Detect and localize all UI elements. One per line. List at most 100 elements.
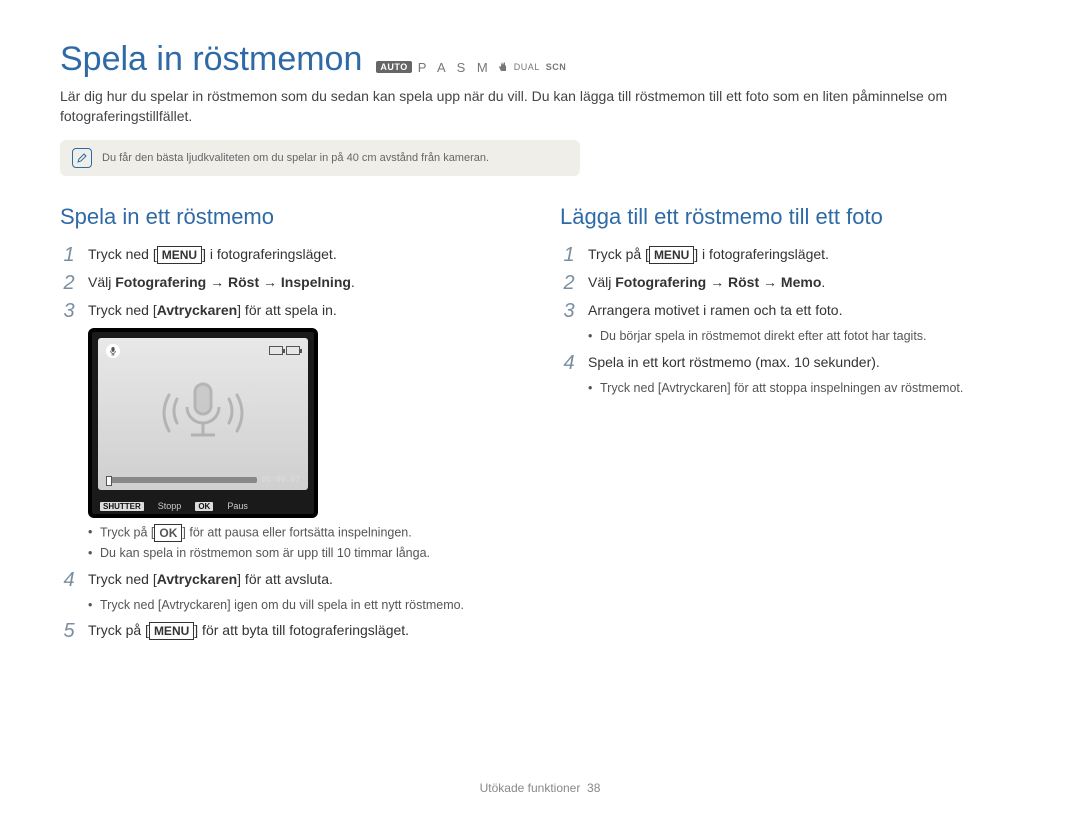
note-box: Du får den bästa ljudkvaliteten om du sp… [60,140,580,176]
text: Memo [781,274,821,290]
menu-button-label: MENU [149,622,194,640]
text: Tryck ned [ [88,571,157,587]
text: Fotografering [615,274,706,290]
bullet: Du börjar spela in röstmemot direkt efte… [588,328,1020,346]
step-body: Tryck på [MENU] för att byta till fotogr… [88,620,520,641]
step-number: 4 [560,352,578,374]
page-title: Spela in röstmemon [60,40,362,79]
arrow: → [259,274,281,290]
text: Avtryckaren [157,302,237,318]
step-body: Välj Fotografering → Röst → Inspelning. [88,272,520,293]
text: Tryck ned [ [600,381,661,395]
ok-button-label: OK [154,524,182,542]
step-number: 3 [60,300,78,322]
step-body: Tryck ned [Avtryckaren] för att spela in… [88,300,520,321]
screen-inner: 00:00:07 [98,338,308,490]
intro-text: Lär dig hur du spelar in röstmemon som d… [60,87,1020,126]
bullet: Tryck ned [Avtryckaren] igen om du vill … [88,597,520,615]
elapsed-time: 00:00:07 [261,475,300,484]
text: Tryck ned [ [100,598,161,612]
right-step3-bullets: Du börjar spela in röstmemot direkt efte… [588,328,1020,346]
left-step-3: 3 Tryck ned [Avtryckaren] för att spela … [60,300,520,322]
mic-indicator-icon [106,344,120,358]
text: . [821,274,825,290]
text: Tryck ned [ [88,246,157,262]
step-body: Tryck på [MENU] i fotograferingsläget. [588,244,1020,265]
ok-action: Paus [227,501,248,511]
left-heading: Spela in ett röstmemo [60,204,520,230]
text: . [351,274,355,290]
manual-page: Spela in röstmemon AUTO P A S M DUAL SCN… [0,0,1080,815]
step-body: Tryck ned [Avtryckaren] för att avsluta. [88,569,520,590]
text: Välj [88,274,115,290]
right-step-1: 1 Tryck på [MENU] i fotograferingsläget. [560,244,1020,266]
text: ] i fotograferingsläget. [202,246,337,262]
step-number: 5 [60,620,78,642]
text: ] i fotograferingsläget. [694,246,829,262]
text: Fotografering [115,274,206,290]
text: Tryck på [ [588,246,649,262]
title-row: Spela in röstmemon AUTO P A S M DUAL SCN [60,40,1020,79]
menu-button-label: MENU [649,246,694,264]
left-step3-bullets: Tryck på [OK] för att pausa eller fortsä… [88,524,520,563]
columns: Spela in ett röstmemo 1 Tryck ned [MENU]… [60,204,1020,648]
bullet: Tryck på [OK] för att pausa eller fortsä… [88,524,520,542]
screen-footer: SHUTTER Stopp OK Paus [100,501,306,511]
left-step-4: 4 Tryck ned [Avtryckaren] för att avslut… [60,569,520,591]
progress-bar: 00:00:07 [106,475,300,484]
text: ] för att pausa eller fortsätta inspelni… [182,525,411,539]
mode-scn: SCN [546,62,567,72]
step-number: 1 [560,244,578,266]
text: Avtryckaren [157,571,237,587]
left-step-2: 2 Välj Fotografering → Röst → Inspelning… [60,272,520,294]
step-number: 4 [60,569,78,591]
text: Inspelning [281,274,351,290]
shutter-label-badge: SHUTTER [100,502,144,511]
step-body: Tryck ned [MENU] i fotograferingsläget. [88,244,520,265]
left-column: Spela in ett röstmemo 1 Tryck ned [MENU]… [60,204,520,648]
arrow: → [706,274,728,290]
text: ] för att spela in. [237,302,337,318]
left-step-5: 5 Tryck på [MENU] för att byta till foto… [60,620,520,642]
menu-button-label: MENU [157,246,202,264]
text: Avtryckaren [161,598,227,612]
note-text: Du får den bästa ljudkvaliteten om du sp… [102,152,489,164]
text: Tryck på [ [88,622,149,638]
arrow: → [206,274,228,290]
right-step4-bullets: Tryck ned [Avtryckaren] för att stoppa i… [588,380,1020,398]
text: Avtryckaren [661,381,727,395]
bullet: Tryck ned [Avtryckaren] för att stoppa i… [588,380,1020,398]
left-step-1: 1 Tryck ned [MENU] i fotograferingsläget… [60,244,520,266]
arrow: → [759,274,781,290]
camera-screen-figure: 00:00:07 SHUTTER Stopp OK Paus [88,328,318,518]
step-number: 2 [60,272,78,294]
text: Tryck ned [ [88,302,157,318]
right-column: Lägga till ett röstmemo till ett foto 1 … [560,204,1020,648]
shutter-action: Stopp [158,501,182,511]
footer-page-number: 38 [587,781,600,795]
text: ] för att stoppa inspelningen av röstmem… [727,381,963,395]
right-step-4: 4 Spela in ett kort röstmemo (max. 10 se… [560,352,1020,374]
mode-letters: P A S M [418,60,492,75]
hand-icon [498,61,508,73]
step-body: Välj Fotografering → Röst → Memo. [588,272,1020,293]
text: ] för att byta till fotograferingsläget. [194,622,409,638]
step-number: 2 [560,272,578,294]
battery-icon [269,346,300,355]
step-number: 1 [60,244,78,266]
text: Röst [228,274,259,290]
microphone-icon [143,369,263,459]
mode-auto-badge: AUTO [376,61,411,73]
footer-section-name: Utökade funktioner [480,781,581,795]
step-body: Spela in ett kort röstmemo (max. 10 seku… [588,352,1020,373]
right-heading: Lägga till ett röstmemo till ett foto [560,204,1020,230]
text: ] för att avsluta. [237,571,333,587]
bullet: Du kan spela in röstmemon som är upp til… [88,545,520,563]
text: Tryck på [ [100,525,154,539]
text: Röst [728,274,759,290]
note-icon [72,148,92,168]
step-number: 3 [560,300,578,322]
text: ] igen om du vill spela in ett nytt röst… [227,598,464,612]
page-footer: Utökade funktioner 38 [0,781,1080,795]
right-step-3: 3 Arrangera motivet i ramen och ta ett f… [560,300,1020,322]
